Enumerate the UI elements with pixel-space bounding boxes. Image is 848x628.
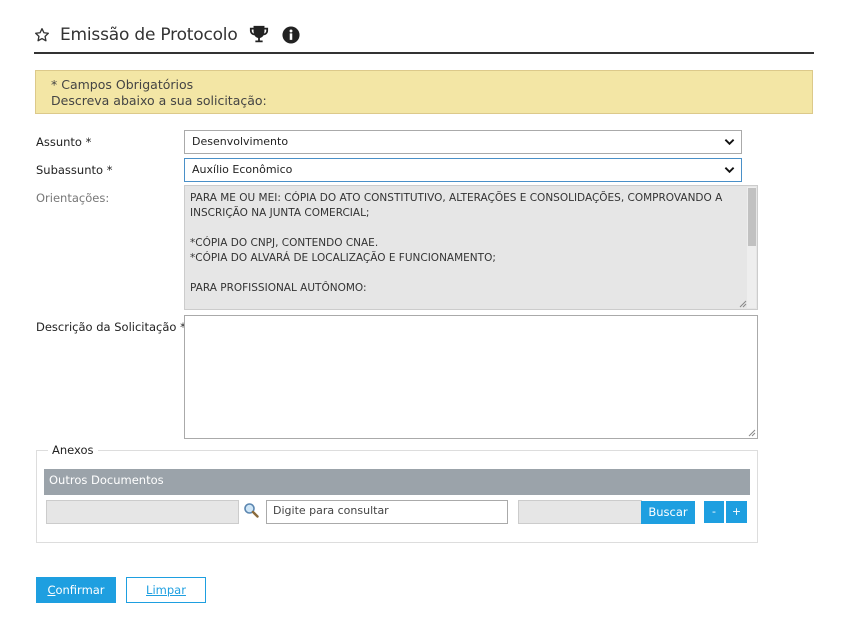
clear-button[interactable]: Limpar — [126, 577, 206, 603]
assunto-label: Assunto * — [36, 135, 92, 149]
required-fields-alert: * Campos Obrigatórios Descreva abaixo a … — [35, 70, 813, 114]
descricao-label: Descrição da Solicitação * — [36, 320, 186, 334]
title-divider — [34, 52, 814, 54]
file-name-field — [518, 500, 642, 524]
info-icon[interactable] — [281, 26, 300, 44]
assunto-selected-value: Desenvolvimento — [192, 135, 289, 148]
orientacoes-scrollbar-thumb[interactable] — [748, 188, 756, 246]
subassunto-select[interactable]: Auxílio Econômico — [184, 158, 742, 182]
outros-documentos-row: Digite para consultar Buscar - + — [44, 496, 750, 528]
search-placeholder: Digite para consultar — [273, 504, 389, 517]
descricao-textarea[interactable] — [184, 315, 758, 439]
required-fields-note: * Campos Obrigatórios — [51, 77, 194, 92]
buscar-button[interactable]: Buscar — [641, 501, 695, 524]
add-attachment-button[interactable]: + — [726, 501, 747, 523]
resize-grip-icon[interactable] — [739, 300, 747, 308]
page-title: Emissão de Protocolo — [60, 25, 238, 45]
subassunto-label: Subassunto * — [36, 163, 113, 177]
clear-label: impar — [152, 583, 186, 597]
orientacoes-label: Orientações: — [36, 191, 110, 205]
outros-documentos-title: Outros Documentos — [49, 473, 164, 487]
document-search-input[interactable]: Digite para consultar — [266, 500, 508, 524]
remove-attachment-button[interactable]: - — [704, 501, 724, 523]
anexos-legend: Anexos — [48, 443, 98, 457]
star-outline-icon[interactable] — [34, 27, 50, 43]
alert-instruction: Descreva abaixo a sua solicitação: — [51, 93, 267, 108]
page-header: Emissão de Protocolo — [34, 22, 300, 48]
chevron-down-icon — [724, 167, 735, 174]
chevron-down-icon — [724, 139, 735, 146]
assunto-select[interactable]: Desenvolvimento — [184, 130, 742, 154]
trophy-icon[interactable] — [248, 25, 270, 45]
confirm-label: onfirmar — [55, 583, 105, 597]
magnifier-search-icon[interactable] — [243, 502, 259, 518]
subassunto-selected-value: Auxílio Econômico — [192, 163, 293, 176]
confirm-button[interactable]: Confirmar — [36, 577, 116, 603]
resize-grip-icon[interactable] — [748, 429, 756, 437]
document-code-field — [46, 500, 239, 524]
orientacoes-text: PARA ME OU MEI: CÓPIA DO ATO CONSTITUTIV… — [190, 192, 723, 294]
orientacoes-textarea[interactable]: PARA ME OU MEI: CÓPIA DO ATO CONSTITUTIV… — [184, 185, 758, 310]
outros-documentos-header: Outros Documentos — [44, 469, 750, 495]
